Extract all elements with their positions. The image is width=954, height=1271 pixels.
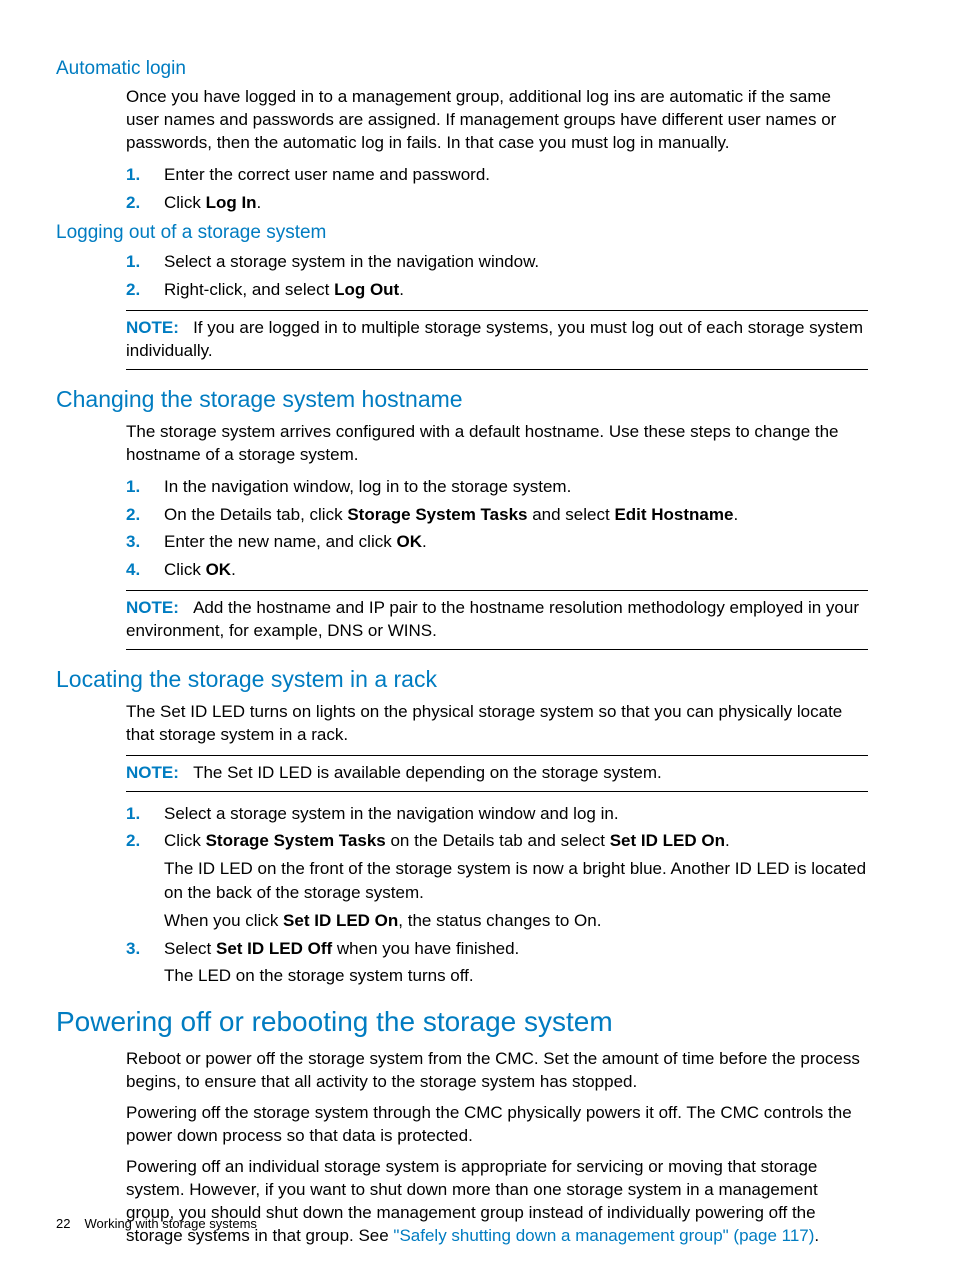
heading-changing-hostname: Changing the storage system hostname [56, 386, 868, 413]
list-item: 1. Select a storage system in the naviga… [126, 250, 868, 274]
step-number: 2. [126, 278, 140, 302]
power-p1: Reboot or power off the storage system f… [126, 1048, 868, 1094]
hostname-intro: The storage system arrives configured wi… [126, 421, 868, 467]
step-substep: The LED on the storage system turns off. [164, 964, 868, 988]
list-item: 4. Click OK. [126, 558, 868, 582]
note-label: NOTE: [126, 763, 179, 782]
heading-automatic-login: Automatic login [56, 58, 868, 80]
note-label: NOTE: [126, 598, 179, 617]
heading-locating-rack: Locating the storage system in a rack [56, 666, 868, 693]
page-number: 22 [56, 1216, 70, 1231]
page-footer: 22 Working with storage systems [56, 1216, 257, 1231]
note-logout: NOTE: If you are logged in to multiple s… [126, 310, 868, 370]
step-text: Select Set ID LED Off when you have fini… [164, 939, 519, 958]
list-item: 2. Click Log In. [126, 191, 868, 215]
list-item: 2. On the Details tab, click Storage Sys… [126, 503, 868, 527]
step-substep: The ID LED on the front of the storage s… [164, 857, 868, 905]
power-p2: Powering off the storage system through … [126, 1102, 868, 1148]
list-item: 1. Enter the correct user name and passw… [126, 163, 868, 187]
locate-intro: The Set ID LED turns on lights on the ph… [126, 701, 868, 747]
note-text: Add the hostname and IP pair to the host… [126, 598, 859, 640]
step-substep: When you click Set ID LED On, the status… [164, 909, 868, 933]
list-item: 3. Enter the new name, and click OK. [126, 530, 868, 554]
step-number: 1. [126, 802, 140, 826]
step-text: Enter the correct user name and password… [164, 165, 490, 184]
power-p3: Powering off an individual storage syste… [126, 1156, 868, 1248]
step-text: Select a storage system in the navigatio… [164, 252, 539, 271]
step-number: 1. [126, 163, 140, 187]
link-safely-shutting-down[interactable]: "Safely shutting down a management group… [393, 1226, 814, 1245]
logout-steps: 1. Select a storage system in the naviga… [126, 250, 868, 302]
note-locate: NOTE: The Set ID LED is available depend… [126, 755, 868, 792]
step-number: 1. [126, 250, 140, 274]
list-item: 1. In the navigation window, log in to t… [126, 475, 868, 499]
locate-steps: 1. Select a storage system in the naviga… [126, 802, 868, 989]
step-text: Click Log In. [164, 193, 261, 212]
step-number: 3. [126, 937, 140, 961]
note-label: NOTE: [126, 318, 179, 337]
list-item: 2. Click Storage System Tasks on the Det… [126, 829, 868, 932]
step-text: Click OK. [164, 560, 236, 579]
auto-login-steps: 1. Enter the correct user name and passw… [126, 163, 868, 215]
footer-title: Working with storage systems [84, 1216, 256, 1231]
heading-powering-off: Powering off or rebooting the storage sy… [56, 1006, 868, 1038]
step-text: Right-click, and select Log Out. [164, 280, 404, 299]
step-text: Enter the new name, and click OK. [164, 532, 427, 551]
step-number: 3. [126, 530, 140, 554]
step-text: Select a storage system in the navigatio… [164, 804, 619, 823]
step-text: In the navigation window, log in to the … [164, 477, 571, 496]
step-number: 2. [126, 503, 140, 527]
auto-login-intro: Once you have logged in to a management … [126, 86, 868, 155]
note-hostname: NOTE: Add the hostname and IP pair to th… [126, 590, 868, 650]
step-text: On the Details tab, click Storage System… [164, 505, 738, 524]
step-number: 2. [126, 829, 140, 853]
step-number: 2. [126, 191, 140, 215]
hostname-steps: 1. In the navigation window, log in to t… [126, 475, 868, 582]
note-text: If you are logged in to multiple storage… [126, 318, 863, 360]
list-item: 1. Select a storage system in the naviga… [126, 802, 868, 826]
list-item: 2. Right-click, and select Log Out. [126, 278, 868, 302]
step-number: 4. [126, 558, 140, 582]
heading-logging-out: Logging out of a storage system [56, 222, 868, 244]
note-text: The Set ID LED is available depending on… [193, 763, 662, 782]
step-number: 1. [126, 475, 140, 499]
step-text: Click Storage System Tasks on the Detail… [164, 831, 730, 850]
list-item: 3. Select Set ID LED Off when you have f… [126, 937, 868, 989]
